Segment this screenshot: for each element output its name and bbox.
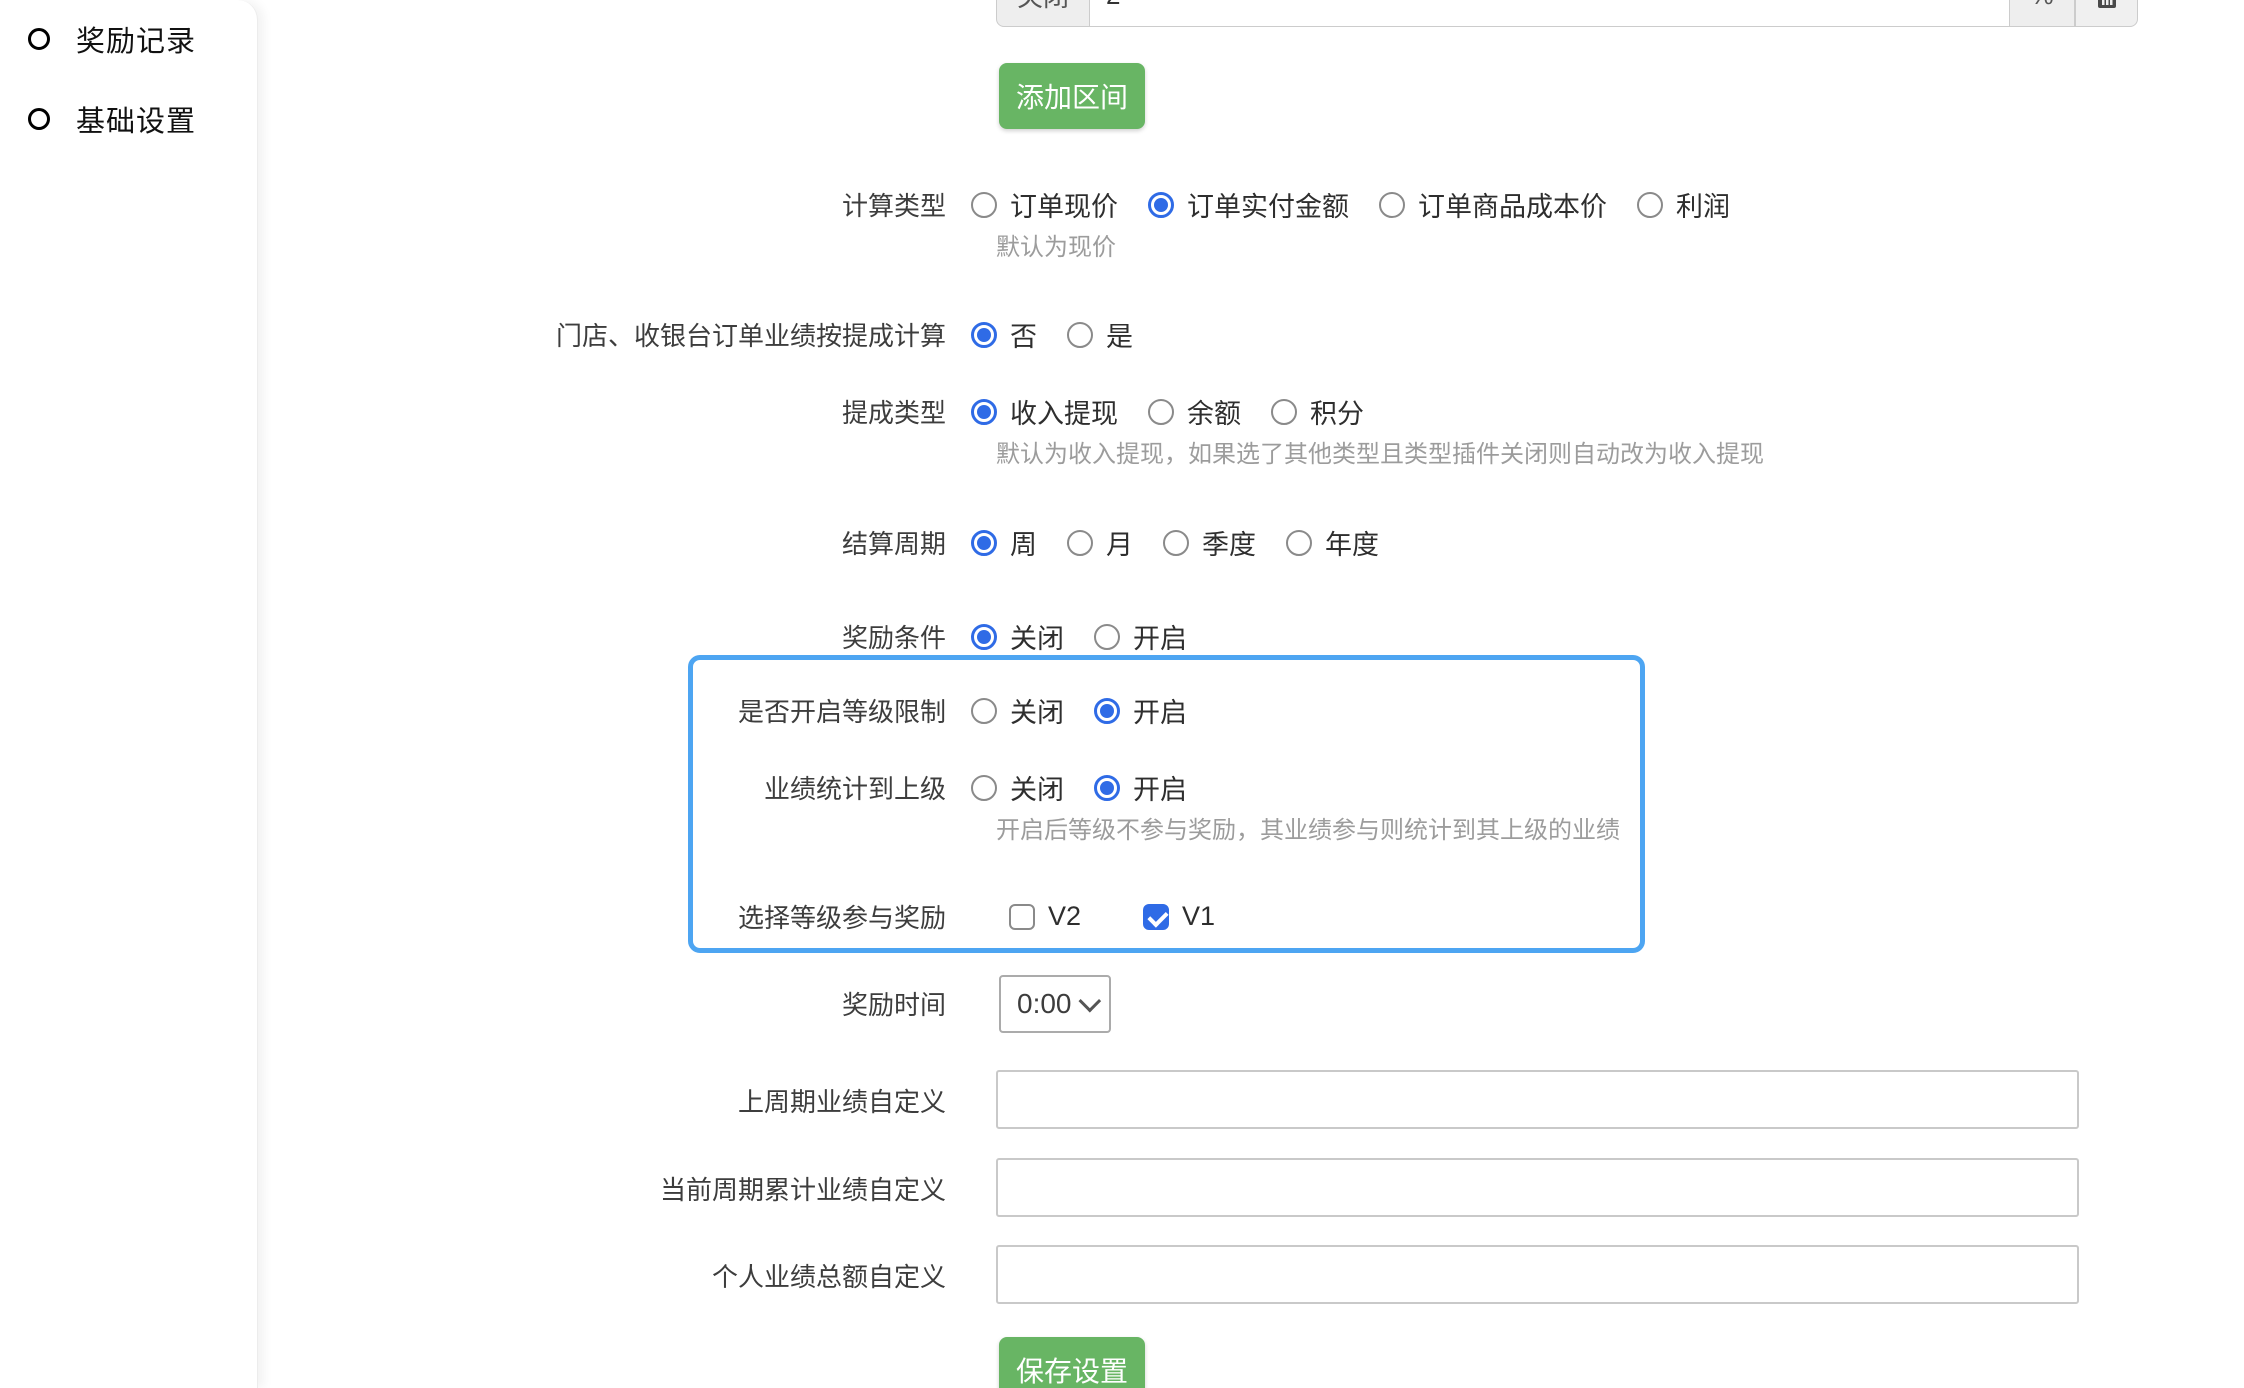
radio-no[interactable]: 否 (971, 315, 1037, 354)
row-reward-condition: 奖励条件 关闭 开启 (259, 617, 2244, 656)
radio-yes[interactable]: 是 (1067, 315, 1133, 354)
stats-to-parent-label: 业绩统计到上级 (259, 769, 971, 806)
sidebar-item-label: 基础设置 (76, 98, 196, 140)
sidebar-item-basic-settings[interactable]: 基础设置 (28, 98, 196, 140)
radio-checked-icon (1094, 775, 1120, 801)
radio-icon (1067, 322, 1093, 348)
radio-year[interactable]: 年度 (1286, 523, 1379, 562)
radio-order-goods-cost[interactable]: 订单商品成本价 (1379, 185, 1607, 224)
calc-type-label: 计算类型 (259, 186, 971, 223)
radio-order-paid-amount[interactable]: 订单实付金额 (1148, 185, 1349, 224)
radio-balance[interactable]: 余额 (1148, 392, 1241, 431)
commission-type-hint: 默认为收入提现，如果选了其他类型且类型插件关闭则自动改为收入提现 (996, 434, 1764, 469)
save-settings-button[interactable]: 保存设置 (999, 1337, 1145, 1388)
radio-close[interactable]: 关闭 (971, 617, 1064, 656)
sidebar-item-reward-records[interactable]: 奖励记录 (28, 18, 196, 60)
reward-time-select[interactable]: 0:00 (999, 975, 1111, 1033)
radio-close[interactable]: 关闭 (971, 768, 1064, 807)
radio-checked-icon (971, 399, 997, 425)
settle-cycle-label: 结算周期 (259, 524, 971, 561)
commission-type-label: 提成类型 (259, 393, 971, 430)
row-commission-type: 提成类型 收入提现 余额 积分 (259, 392, 2244, 431)
circle-bullet-icon (28, 28, 50, 50)
personal-total-custom-label: 个人业绩总额自定义 (259, 1257, 971, 1294)
radio-order-current-price[interactable]: 订单现价 (971, 185, 1118, 224)
level-select-label: 选择等级参与奖励 (259, 898, 971, 935)
add-interval-button[interactable]: 添加区间 (999, 63, 1145, 129)
interval-prefix-addon: 关闭 (996, 0, 1090, 27)
radio-icon (1148, 399, 1174, 425)
radio-icon (971, 192, 997, 218)
radio-icon (971, 775, 997, 801)
checkbox-icon (1009, 904, 1035, 930)
radio-icon (1286, 530, 1312, 556)
row-stats-to-parent: 业绩统计到上级 关闭 开启 (259, 768, 2244, 807)
reward-time-value: 0:00 (1017, 988, 1072, 1020)
radio-open[interactable]: 开启 (1094, 691, 1187, 730)
calc-type-hint: 默认为现价 (996, 227, 1116, 262)
radio-week[interactable]: 周 (971, 523, 1037, 562)
row-level-select: 选择等级参与奖励 V2 V1 (259, 898, 2244, 935)
radio-icon (1379, 192, 1405, 218)
radio-quarter[interactable]: 季度 (1163, 523, 1256, 562)
trash-icon (2094, 0, 2120, 10)
reward-condition-label: 奖励条件 (259, 618, 971, 655)
delete-interval-button[interactable] (2075, 0, 2138, 27)
level-limit-label: 是否开启等级限制 (259, 692, 971, 729)
interval-value-input[interactable] (1090, 0, 2009, 27)
radio-month[interactable]: 月 (1067, 523, 1133, 562)
settings-form: 关闭 % 添加区间 计算类型 订单现价 订单实付金额 (259, 0, 2244, 1388)
store-commission-label: 门店、收银台订单业绩按提成计算 (259, 316, 971, 353)
radio-checked-icon (971, 322, 997, 348)
radio-checked-icon (1148, 192, 1174, 218)
radio-open[interactable]: 开启 (1094, 617, 1187, 656)
radio-close[interactable]: 关闭 (971, 691, 1064, 730)
interval-percent-addon: % (2009, 0, 2075, 27)
interval-row: 关闭 % (996, 0, 2138, 27)
current-cycle-custom-label: 当前周期累计业绩自定义 (259, 1170, 971, 1207)
sidebar-item-label: 奖励记录 (76, 18, 196, 60)
stats-to-parent-hint: 开启后等级不参与奖励，其业绩参与则统计到其上级的业绩 (996, 810, 1620, 845)
radio-icon (1067, 530, 1093, 556)
radio-icon (971, 698, 997, 724)
radio-profit[interactable]: 利润 (1637, 185, 1730, 224)
checkbox-checked-icon (1143, 904, 1169, 930)
reward-time-label: 奖励时间 (259, 985, 971, 1022)
last-cycle-custom-label: 上周期业绩自定义 (259, 1082, 971, 1119)
radio-icon (1163, 530, 1189, 556)
row-level-limit: 是否开启等级限制 关闭 开启 (259, 691, 2244, 730)
radio-icon (1271, 399, 1297, 425)
radio-open[interactable]: 开启 (1094, 768, 1187, 807)
radio-checked-icon (1094, 698, 1120, 724)
row-calc-type: 计算类型 订单现价 订单实付金额 订单商品成本价 利润 (259, 185, 2244, 224)
radio-income-withdraw[interactable]: 收入提现 (971, 392, 1118, 431)
current-cycle-custom-input[interactable] (996, 1158, 2079, 1217)
checkbox-v2[interactable]: V2 (1009, 901, 1081, 932)
sidebar: 奖励记录 基础设置 (0, 0, 258, 1388)
row-reward-time: 奖励时间 (259, 985, 2244, 1022)
radio-icon (1637, 192, 1663, 218)
row-settle-cycle: 结算周期 周 月 季度 年度 (259, 523, 2244, 562)
radio-icon (1094, 624, 1120, 650)
personal-total-custom-input[interactable] (996, 1245, 2079, 1304)
radio-checked-icon (971, 530, 997, 556)
last-cycle-custom-input[interactable] (996, 1070, 2079, 1129)
row-store-commission: 门店、收银台订单业绩按提成计算 否 是 (259, 315, 2244, 354)
chevron-down-icon (1079, 990, 1102, 1013)
radio-checked-icon (971, 624, 997, 650)
radio-points[interactable]: 积分 (1271, 392, 1364, 431)
checkbox-v1[interactable]: V1 (1143, 901, 1215, 932)
circle-bullet-icon (28, 108, 50, 130)
